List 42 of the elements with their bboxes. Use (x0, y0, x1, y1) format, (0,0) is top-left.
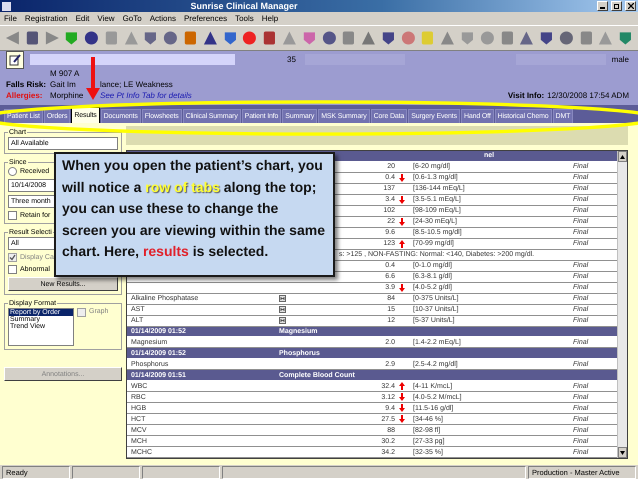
menu-item[interactable]: GoTo (122, 14, 142, 23)
falls-risk-value: lance; LE Weakness (100, 80, 174, 89)
patient-location: M 907 A (50, 69, 80, 78)
patient-age: 35 (287, 55, 297, 64)
radio-button[interactable] (8, 167, 17, 176)
note-icon[interactable] (279, 317, 286, 324)
close-button[interactable] (625, 1, 636, 11)
note-icon[interactable] (279, 295, 286, 302)
menu-item[interactable]: View (97, 14, 115, 23)
allergies-label: Allergies: (6, 91, 44, 100)
up-caret-icon (620, 154, 625, 158)
close-icon (628, 3, 634, 9)
patient-sex: male (612, 55, 630, 64)
menu-item[interactable]: Registration (24, 14, 68, 23)
menu-item[interactable]: Tools (235, 14, 254, 23)
falls-risk-label: Falls Risk: (6, 80, 48, 89)
menu-item[interactable]: Help (262, 14, 278, 23)
scrollbar[interactable] (617, 151, 627, 458)
window-title: Sunrise Clinical Manager (189, 1, 299, 11)
menu-item[interactable]: Preferences (184, 14, 228, 23)
down-caret-icon (620, 450, 625, 454)
falls-risk-value: Gait Im (50, 80, 77, 89)
menu-item[interactable]: Edit (76, 14, 90, 23)
menu-item[interactable]: Actions (150, 14, 176, 23)
minimize-button[interactable] (597, 1, 608, 11)
pt-info-link[interactable]: See Pt Info Tab for details (100, 91, 195, 100)
menu-item[interactable]: File (4, 14, 17, 23)
restore-icon (614, 3, 620, 9)
pointer-arrow (86, 57, 100, 100)
callout-tooltip: When you open the patient’s chart, you will notice a row of tabs along the top; you can use these to change the screen you are viewing within the same chart. Here, results is selected. (54, 152, 335, 277)
checkbox[interactable] (8, 265, 17, 274)
visit-info-value: 12/30/2008 17:54 ADM (547, 91, 630, 100)
restore-button[interactable] (611, 1, 622, 11)
forward-arrow-icon[interactable] (44, 29, 60, 47)
checkbox[interactable] (8, 211, 17, 220)
note-icon[interactable] (279, 306, 286, 314)
allergies-value: Morphine (50, 91, 84, 100)
status-pane (72, 466, 140, 478)
scroll-up-button[interactable] (618, 151, 627, 162)
visit-info-label: Visit Info: (508, 91, 546, 100)
scroll-down-button[interactable] (618, 447, 627, 458)
app-icon (2, 2, 11, 10)
